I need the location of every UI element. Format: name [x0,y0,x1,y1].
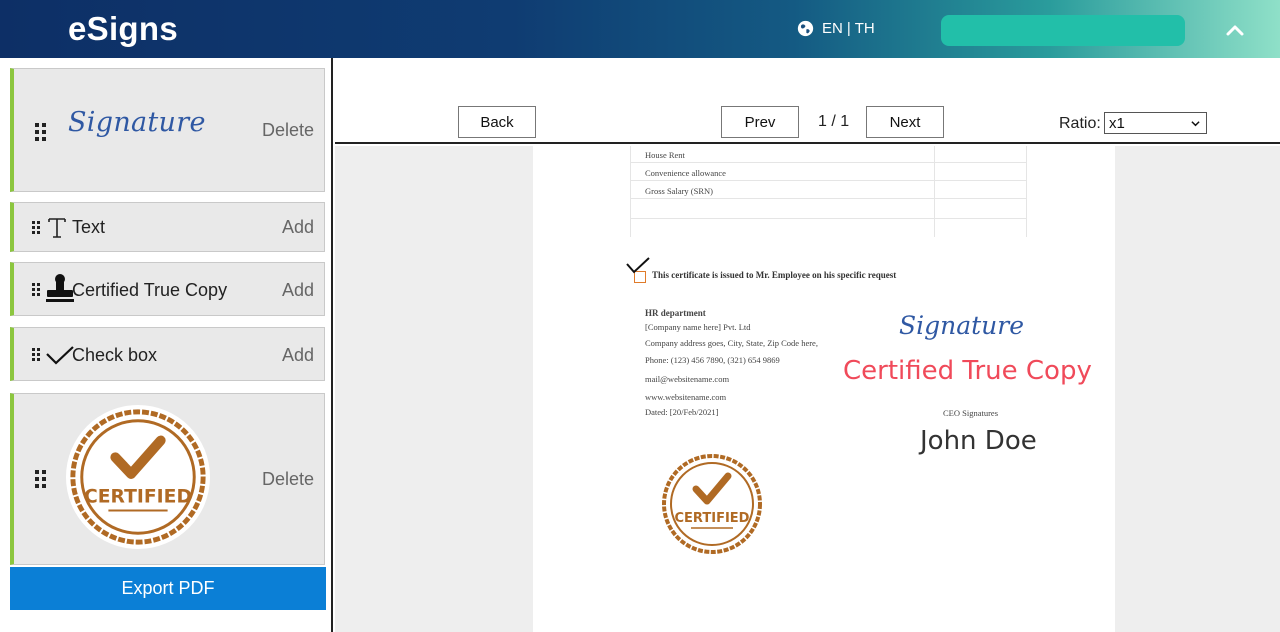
table-border [630,162,1026,163]
placed-signature[interactable]: Signature [899,311,1024,340]
hr-department-heading: HR department [645,308,706,318]
app-logo[interactable]: eSigns [68,10,178,48]
table-row: Gross Salary (SRN) [645,186,713,196]
drag-handle-icon[interactable] [32,283,40,296]
chevron-down-icon [1191,121,1200,127]
address-line: www.websitename.com [645,392,727,402]
export-pdf-button[interactable]: Export PDF [10,567,326,610]
document-toolbar: Back Prev 1 / 1 Next Ratio: x1 [335,58,1280,144]
placed-certified-stamp-icon[interactable]: CERTIFIED [660,452,764,556]
certified-copy-tool-card[interactable]: Certified True Copy Add [10,262,325,316]
add-checkbox-button[interactable]: Add [282,345,314,366]
table-border [1026,146,1027,237]
address-line: [Company name here] Pvt. Ltd [645,322,751,332]
user-account-pill[interactable] [941,15,1185,46]
lang-en-button[interactable]: EN [822,20,843,37]
address-line: Phone: (123) 456 7890, (321) 654 9869 [645,355,780,365]
text-tool-label: Text [72,217,106,237]
signature-card[interactable]: Signature Delete [10,68,325,192]
drag-handle-icon[interactable] [35,123,46,141]
text-tool-card[interactable]: Text Add [10,202,325,252]
address-line: mail@websitename.com [645,374,730,384]
stamp-text: CERTIFIED [675,511,750,526]
certified-copy-tool-label: Certified True Copy [72,280,228,300]
ratio-select[interactable]: x1 [1104,112,1207,134]
elements-sidebar: Signature Delete Text Add Certified True… [0,58,333,632]
table-row: Convenience allowance [645,168,726,178]
text-cursor-icon [48,218,66,238]
drag-handle-icon[interactable] [35,470,46,488]
chevron-up-icon[interactable] [1224,20,1246,40]
document-viewer[interactable]: House Rent Convenience allowance Gross S… [335,146,1280,632]
table-border [630,218,1026,219]
top-header: eSigns EN | TH [0,0,1280,58]
table-border [630,198,1026,199]
signature-preview: Signature [68,107,206,138]
signer-name[interactable]: John Doe [920,426,1037,456]
table-row: House Rent [645,150,685,160]
lang-separator: | [846,20,851,37]
stamp-image-card[interactable]: CERTIFIED Delete [10,393,325,565]
ratio-label: Ratio: [1059,115,1101,132]
checkmark-icon [46,346,74,365]
ceo-signature-label: CEO Signatures [943,408,999,418]
stamp-text: CERTIFIED [84,487,192,508]
delete-stamp-button[interactable]: Delete [262,469,314,490]
next-page-button[interactable]: Next [866,106,944,138]
back-button[interactable]: Back [458,106,536,138]
add-certified-copy-button[interactable]: Add [282,280,314,301]
prev-page-button[interactable]: Prev [721,106,799,138]
checkbox-tool-label: Check box [72,345,158,365]
table-border [934,146,935,237]
ratio-value: x1 [1109,114,1125,132]
lang-th-button[interactable]: TH [855,20,875,37]
add-text-button[interactable]: Add [282,217,314,238]
address-line: Company address goes, City, State, Zip C… [645,338,818,348]
certificate-statement: This certificate is issued to Mr. Employ… [652,270,897,280]
table-border [630,180,1026,181]
delete-signature-button[interactable]: Delete [262,120,314,141]
globe-icon [797,20,814,37]
drag-handle-icon[interactable] [32,348,40,361]
table-border [630,146,631,237]
language-switcher: EN | TH [797,20,875,37]
address-line: Dated: [20/Feb/2021] [645,407,719,417]
certified-stamp-icon: CERTIFIED [65,404,211,550]
document-page[interactable]: House Rent Convenience allowance Gross S… [533,146,1115,632]
drag-handle-icon[interactable] [32,221,40,234]
checkbox-tool-card[interactable]: Check box Add [10,327,325,381]
checkmark-icon[interactable] [625,256,651,276]
placed-certified-true-copy[interactable]: Certified True Copy [843,356,1092,386]
page-indicator: 1 / 1 [818,113,850,130]
